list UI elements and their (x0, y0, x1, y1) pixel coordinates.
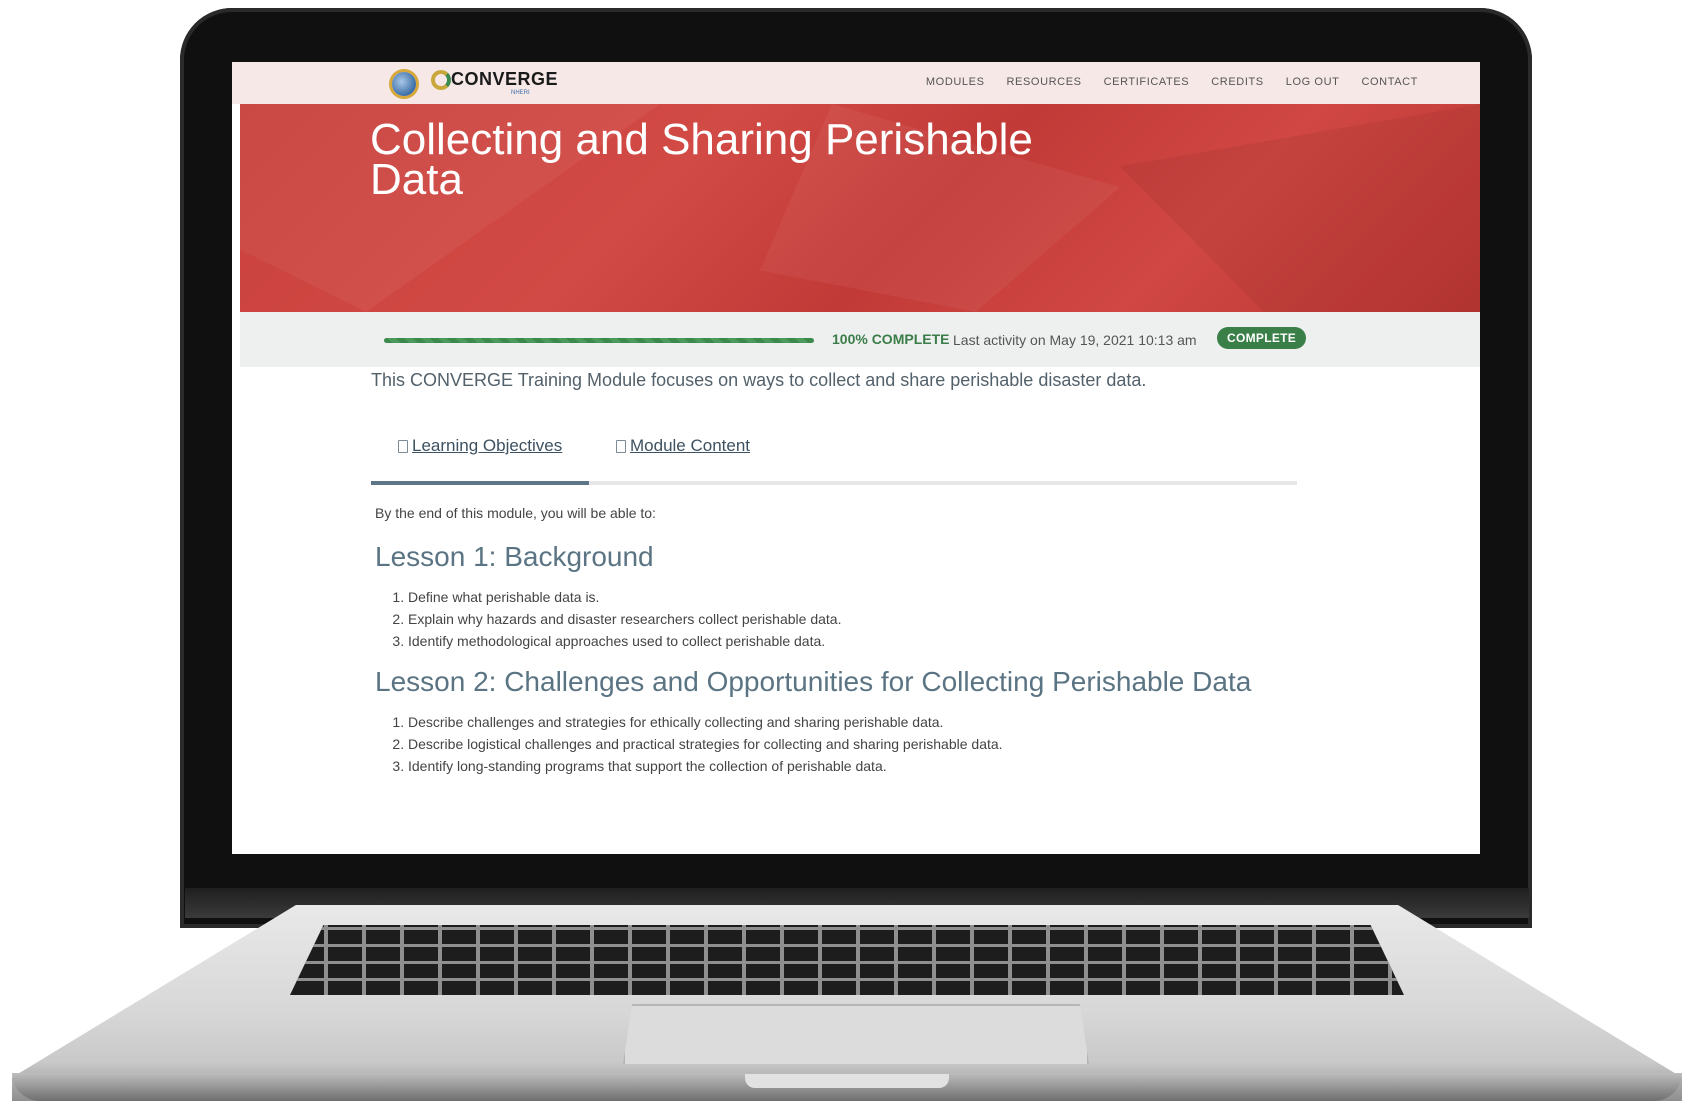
tab-label: Module Content (630, 436, 751, 455)
nav-resources[interactable]: RESOURCES (1007, 76, 1082, 88)
list-item: Define what perishable data is. (408, 586, 841, 608)
site-logo-subtext: NHERI (511, 90, 530, 96)
list-item: Describe logistical challenges and pract… (408, 733, 1003, 755)
globe-logo-icon[interactable] (392, 72, 416, 96)
nav-modules[interactable]: MODULES (926, 76, 985, 88)
nav-credits[interactable]: CREDITS (1211, 76, 1263, 88)
laptop-trackpad (623, 1004, 1089, 1064)
tab-bar: Learning Objectives Module Content (371, 436, 1297, 485)
lesson-heading: Lesson 2: Challenges and Opportunities f… (375, 666, 1252, 697)
converge-logo-mark-icon[interactable] (431, 70, 451, 90)
laptop-notch (745, 1074, 949, 1088)
progress-percent: 100% COMPLETE (832, 331, 950, 347)
tab-learning-objectives[interactable]: Learning Objectives (398, 436, 562, 456)
tab-label: Learning Objectives (412, 436, 563, 455)
laptop-keyboard (290, 925, 1404, 995)
page-title: Collecting and Sharing Perishable Data (370, 115, 1033, 204)
lesson-objectives-list: Define what perishable data is. Explain … (390, 586, 841, 652)
list-item: Identify long-standing programs that sup… (408, 755, 1003, 777)
status-badge: COMPLETE (1217, 327, 1307, 349)
site-logo-text[interactable]: CONVERGE (451, 69, 558, 90)
progress-track (384, 338, 814, 343)
nav-log-out[interactable]: LOG OUT (1286, 76, 1340, 88)
lesson-heading: Lesson 1: Background (375, 541, 654, 572)
site-header: CONVERGE NHERI MODULES RESOURCES CERTIFI… (232, 62, 1480, 104)
laptop-screen: CONVERGE NHERI MODULES RESOURCES CERTIFI… (232, 62, 1480, 854)
active-tab-indicator (371, 481, 589, 485)
hero-facet (1120, 104, 1480, 312)
document-icon (398, 439, 408, 453)
book-icon (616, 439, 626, 453)
main-nav: MODULES RESOURCES CERTIFICATES CREDITS L… (926, 76, 1418, 88)
lesson-objectives-list: Describe challenges and strategies for e… (390, 711, 1003, 777)
list-item: Identify methodological approaches used … (408, 630, 841, 652)
last-activity: Last activity on May 19, 2021 10:13 am (953, 332, 1197, 348)
progress-fill (384, 338, 814, 343)
list-item: Describe challenges and strategies for e… (408, 711, 1003, 733)
nav-certificates[interactable]: CERTIFICATES (1104, 76, 1190, 88)
progress-section: 100% COMPLETE Last activity on May 19, 2… (240, 312, 1480, 367)
nav-contact[interactable]: CONTACT (1361, 76, 1418, 88)
tab-module-content[interactable]: Module Content (616, 436, 750, 456)
hero-banner: Collecting and Sharing Perishable Data (240, 104, 1480, 312)
objectives-lead: By the end of this module, you will be a… (375, 505, 656, 521)
module-intro: This CONVERGE Training Module focuses on… (371, 370, 1147, 390)
list-item: Explain why hazards and disaster researc… (408, 608, 841, 630)
